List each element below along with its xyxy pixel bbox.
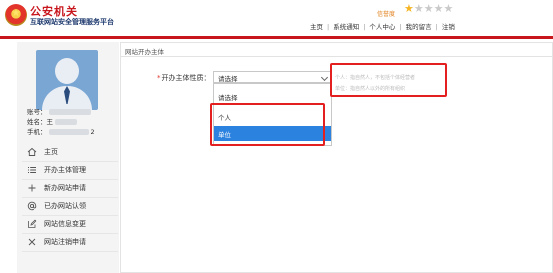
plus-icon [28, 184, 36, 192]
nav-logout-link[interactable]: 注销 [442, 23, 455, 31]
entity-type-label: *开办主体性质： [157, 73, 211, 83]
redacted-phone [48, 129, 89, 135]
page-header: ★ 公安机关 互联网站安全管理服务平台 信誉度 ★★★★★ 主页 | 系统通知 | 个人… [0, 0, 553, 35]
at-icon [27, 201, 37, 211]
sidebar-item-label: 主页 [44, 148, 58, 156]
section-divider [121, 56, 552, 57]
entity-type-select[interactable]: 请选择 [213, 71, 331, 83]
star-empty-icon: ★ [433, 2, 444, 15]
star-empty-icon: ★ [423, 2, 434, 15]
name-info: 姓名：王 [27, 116, 77, 126]
dropdown-option-label: 请选择 [218, 94, 238, 102]
section-title: 网站开办主体 [125, 48, 164, 56]
chevron-down-icon [320, 73, 329, 82]
account-info: 账号： [27, 106, 91, 116]
user-avatar [36, 50, 98, 110]
close-icon [28, 238, 36, 246]
entity-type-selected-value: 请选择 [218, 75, 238, 83]
sidebar-item-label: 网站注销申请 [44, 238, 86, 246]
sidebar-item-label: 网站信息变更 [44, 220, 86, 228]
sidebar-item-home[interactable]: 主页 [22, 144, 118, 162]
options-highlight-box [210, 103, 325, 146]
phone-info: 手机： 2 [27, 126, 95, 136]
account-label: 账号： [27, 108, 47, 116]
credit-rating-stars: ★★★★★ [404, 3, 453, 15]
sidebar-item-website-cancellation[interactable]: 网站注销申请 [22, 234, 118, 252]
home-icon [27, 147, 37, 156]
top-navigation: 主页 | 系统通知 | 个人中心 | 我的留言 | 注销 [310, 23, 455, 31]
sidebar-item-entity-management[interactable]: 开办主体管理 [22, 162, 118, 180]
phone-label: 手机： [27, 128, 47, 136]
sidebar-item-label: 新办网站申请 [44, 184, 86, 192]
sidebar-item-label: 已办网站认领 [44, 202, 86, 210]
nav-my-messages-link[interactable]: 我的留言 [406, 23, 432, 31]
redacted-name [55, 119, 77, 125]
avatar-head-shape [55, 58, 79, 84]
name-label: 姓名： [27, 118, 47, 126]
entity-type-label-text: 开办主体性质： [161, 74, 211, 82]
sidebar-item-claim-website[interactable]: 已办网站认领 [22, 198, 118, 216]
edit-icon [28, 219, 37, 228]
site-subtitle: 互联网站安全管理服务平台 [30, 18, 114, 26]
nav-notifications-link[interactable]: 系统通知 [333, 23, 359, 31]
nav-home-link[interactable]: 主页 [310, 23, 323, 31]
nav-personal-center-link[interactable]: 个人中心 [369, 23, 395, 31]
star-empty-icon: ★ [443, 2, 454, 15]
redacted-account [48, 109, 91, 115]
sidebar-item-new-website-application[interactable]: 新办网站申请 [22, 180, 118, 198]
name-value: 王 [46, 118, 54, 126]
sidebar-item-website-info-change[interactable]: 网站信息变更 [22, 216, 118, 234]
sidebar: 账号： 姓名：王 手机： 2 主页 开办主体管理 新办网站申请 已办网站认领 网… [17, 42, 119, 273]
sidebar-menu: 主页 开办主体管理 新办网站申请 已办网站认领 网站信息变更 网站注销申请 [22, 144, 118, 252]
star-filled-icon: ★ [404, 2, 414, 15]
credit-rating-label: 信誉度 [377, 11, 396, 18]
star-empty-icon: ★ [413, 2, 424, 15]
sidebar-item-label: 开办主体管理 [44, 166, 86, 174]
phone-value: 2 [90, 128, 95, 136]
hint-highlight-box [330, 63, 447, 97]
emblem-star-icon: ★ [11, 8, 21, 19]
required-asterisk: * [157, 74, 161, 82]
list-icon [28, 167, 36, 173]
police-emblem-logo: ★ [5, 4, 27, 26]
header-divider [0, 36, 553, 39]
dropdown-option-placeholder[interactable]: 请选择 [214, 89, 331, 104]
